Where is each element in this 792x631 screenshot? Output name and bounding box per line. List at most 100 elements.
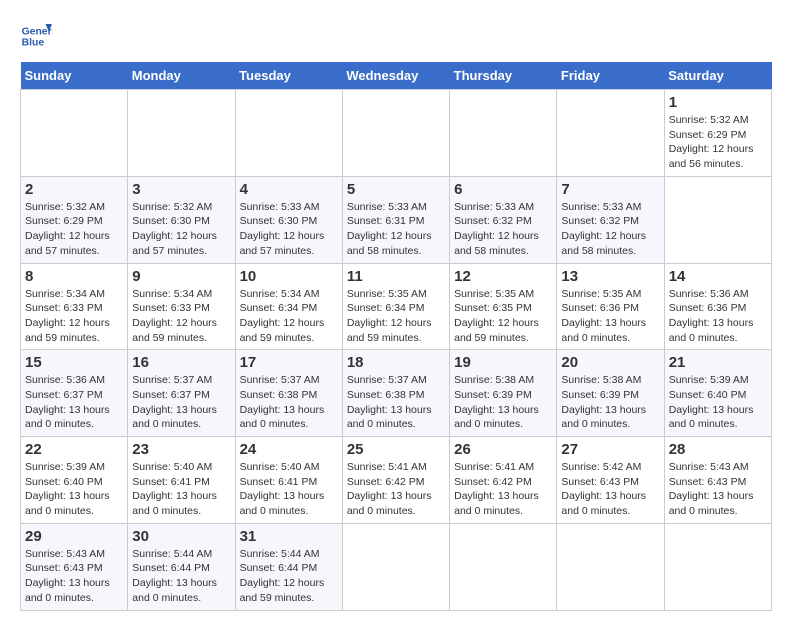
day-number: 15	[25, 354, 123, 371]
calendar-cell: 25 Sunrise: 5:41 AMSunset: 6:42 PMDaylig…	[342, 437, 449, 524]
day-header-thursday: Thursday	[450, 62, 557, 90]
day-info: Sunrise: 5:37 AMSunset: 6:37 PMDaylight:…	[132, 374, 217, 430]
calendar-cell: 28 Sunrise: 5:43 AMSunset: 6:43 PMDaylig…	[664, 437, 771, 524]
calendar-cell: 3 Sunrise: 5:32 AMSunset: 6:30 PMDayligh…	[128, 176, 235, 263]
calendar-cell: 1 Sunrise: 5:32 AMSunset: 6:29 PMDayligh…	[664, 90, 771, 177]
week-row-2: 2 Sunrise: 5:32 AMSunset: 6:29 PMDayligh…	[21, 176, 772, 263]
calendar-cell	[21, 90, 128, 177]
calendar-cell	[664, 176, 771, 263]
day-info: Sunrise: 5:33 AMSunset: 6:32 PMDaylight:…	[454, 201, 539, 257]
calendar-cell: 19 Sunrise: 5:38 AMSunset: 6:39 PMDaylig…	[450, 350, 557, 437]
day-info: Sunrise: 5:32 AMSunset: 6:29 PMDaylight:…	[669, 114, 754, 170]
day-info: Sunrise: 5:35 AMSunset: 6:36 PMDaylight:…	[561, 288, 646, 344]
day-info: Sunrise: 5:40 AMSunset: 6:41 PMDaylight:…	[240, 461, 325, 517]
day-header-friday: Friday	[557, 62, 664, 90]
day-number: 19	[454, 354, 552, 371]
calendar-cell: 20 Sunrise: 5:38 AMSunset: 6:39 PMDaylig…	[557, 350, 664, 437]
day-info: Sunrise: 5:36 AMSunset: 6:37 PMDaylight:…	[25, 374, 110, 430]
day-info: Sunrise: 5:38 AMSunset: 6:39 PMDaylight:…	[454, 374, 539, 430]
day-number: 24	[240, 441, 338, 458]
calendar-cell: 26 Sunrise: 5:41 AMSunset: 6:42 PMDaylig…	[450, 437, 557, 524]
calendar-cell: 9 Sunrise: 5:34 AMSunset: 6:33 PMDayligh…	[128, 263, 235, 350]
calendar-cell: 27 Sunrise: 5:42 AMSunset: 6:43 PMDaylig…	[557, 437, 664, 524]
day-number: 8	[25, 268, 123, 285]
day-info: Sunrise: 5:33 AMSunset: 6:32 PMDaylight:…	[561, 201, 646, 257]
day-info: Sunrise: 5:37 AMSunset: 6:38 PMDaylight:…	[240, 374, 325, 430]
day-info: Sunrise: 5:44 AMSunset: 6:44 PMDaylight:…	[132, 548, 217, 604]
day-header-sunday: Sunday	[21, 62, 128, 90]
day-number: 6	[454, 181, 552, 198]
day-info: Sunrise: 5:33 AMSunset: 6:31 PMDaylight:…	[347, 201, 432, 257]
week-row-3: 8 Sunrise: 5:34 AMSunset: 6:33 PMDayligh…	[21, 263, 772, 350]
day-info: Sunrise: 5:32 AMSunset: 6:30 PMDaylight:…	[132, 201, 217, 257]
calendar-cell: 18 Sunrise: 5:37 AMSunset: 6:38 PMDaylig…	[342, 350, 449, 437]
calendar-cell: 7 Sunrise: 5:33 AMSunset: 6:32 PMDayligh…	[557, 176, 664, 263]
day-info: Sunrise: 5:33 AMSunset: 6:30 PMDaylight:…	[240, 201, 325, 257]
calendar-cell	[450, 523, 557, 610]
calendar-cell: 24 Sunrise: 5:40 AMSunset: 6:41 PMDaylig…	[235, 437, 342, 524]
day-number: 21	[669, 354, 767, 371]
calendar-cell: 14 Sunrise: 5:36 AMSunset: 6:36 PMDaylig…	[664, 263, 771, 350]
calendar-cell	[450, 90, 557, 177]
calendar-cell: 21 Sunrise: 5:39 AMSunset: 6:40 PMDaylig…	[664, 350, 771, 437]
day-info: Sunrise: 5:34 AMSunset: 6:33 PMDaylight:…	[132, 288, 217, 344]
day-number: 14	[669, 268, 767, 285]
calendar-cell: 8 Sunrise: 5:34 AMSunset: 6:33 PMDayligh…	[21, 263, 128, 350]
day-number: 22	[25, 441, 123, 458]
day-number: 27	[561, 441, 659, 458]
week-row-4: 15 Sunrise: 5:36 AMSunset: 6:37 PMDaylig…	[21, 350, 772, 437]
day-number: 18	[347, 354, 445, 371]
day-header-wednesday: Wednesday	[342, 62, 449, 90]
logo-icon: General Blue	[20, 20, 52, 52]
day-info: Sunrise: 5:43 AMSunset: 6:43 PMDaylight:…	[25, 548, 110, 604]
calendar-cell	[342, 523, 449, 610]
day-info: Sunrise: 5:34 AMSunset: 6:34 PMDaylight:…	[240, 288, 325, 344]
day-number: 23	[132, 441, 230, 458]
day-number: 7	[561, 181, 659, 198]
calendar-cell: 15 Sunrise: 5:36 AMSunset: 6:37 PMDaylig…	[21, 350, 128, 437]
day-info: Sunrise: 5:38 AMSunset: 6:39 PMDaylight:…	[561, 374, 646, 430]
day-info: Sunrise: 5:44 AMSunset: 6:44 PMDaylight:…	[240, 548, 325, 604]
day-info: Sunrise: 5:32 AMSunset: 6:29 PMDaylight:…	[25, 201, 110, 257]
day-number: 1	[669, 94, 767, 111]
day-number: 30	[132, 528, 230, 545]
day-number: 16	[132, 354, 230, 371]
calendar-cell	[235, 90, 342, 177]
day-number: 31	[240, 528, 338, 545]
day-number: 3	[132, 181, 230, 198]
day-number: 2	[25, 181, 123, 198]
day-header-saturday: Saturday	[664, 62, 771, 90]
calendar-cell: 10 Sunrise: 5:34 AMSunset: 6:34 PMDaylig…	[235, 263, 342, 350]
calendar-cell: 16 Sunrise: 5:37 AMSunset: 6:37 PMDaylig…	[128, 350, 235, 437]
calendar-cell	[557, 523, 664, 610]
calendar-header: SundayMondayTuesdayWednesdayThursdayFrid…	[21, 62, 772, 90]
calendar-cell	[342, 90, 449, 177]
calendar-cell: 22 Sunrise: 5:39 AMSunset: 6:40 PMDaylig…	[21, 437, 128, 524]
calendar-cell: 17 Sunrise: 5:37 AMSunset: 6:38 PMDaylig…	[235, 350, 342, 437]
day-info: Sunrise: 5:41 AMSunset: 6:42 PMDaylight:…	[347, 461, 432, 517]
calendar-cell: 29 Sunrise: 5:43 AMSunset: 6:43 PMDaylig…	[21, 523, 128, 610]
calendar-cell: 23 Sunrise: 5:40 AMSunset: 6:41 PMDaylig…	[128, 437, 235, 524]
week-row-6: 29 Sunrise: 5:43 AMSunset: 6:43 PMDaylig…	[21, 523, 772, 610]
day-info: Sunrise: 5:34 AMSunset: 6:33 PMDaylight:…	[25, 288, 110, 344]
calendar-table: SundayMondayTuesdayWednesdayThursdayFrid…	[20, 62, 772, 611]
calendar-cell	[664, 523, 771, 610]
svg-text:Blue: Blue	[22, 38, 45, 49]
day-number: 5	[347, 181, 445, 198]
day-info: Sunrise: 5:42 AMSunset: 6:43 PMDaylight:…	[561, 461, 646, 517]
week-row-1: 1 Sunrise: 5:32 AMSunset: 6:29 PMDayligh…	[21, 90, 772, 177]
week-row-5: 22 Sunrise: 5:39 AMSunset: 6:40 PMDaylig…	[21, 437, 772, 524]
day-info: Sunrise: 5:37 AMSunset: 6:38 PMDaylight:…	[347, 374, 432, 430]
day-info: Sunrise: 5:35 AMSunset: 6:35 PMDaylight:…	[454, 288, 539, 344]
calendar-cell: 11 Sunrise: 5:35 AMSunset: 6:34 PMDaylig…	[342, 263, 449, 350]
calendar-cell: 6 Sunrise: 5:33 AMSunset: 6:32 PMDayligh…	[450, 176, 557, 263]
day-number: 11	[347, 268, 445, 285]
calendar-cell: 4 Sunrise: 5:33 AMSunset: 6:30 PMDayligh…	[235, 176, 342, 263]
day-info: Sunrise: 5:40 AMSunset: 6:41 PMDaylight:…	[132, 461, 217, 517]
day-number: 26	[454, 441, 552, 458]
day-info: Sunrise: 5:36 AMSunset: 6:36 PMDaylight:…	[669, 288, 754, 344]
day-number: 20	[561, 354, 659, 371]
calendar-cell: 13 Sunrise: 5:35 AMSunset: 6:36 PMDaylig…	[557, 263, 664, 350]
calendar-cell: 2 Sunrise: 5:32 AMSunset: 6:29 PMDayligh…	[21, 176, 128, 263]
day-number: 10	[240, 268, 338, 285]
